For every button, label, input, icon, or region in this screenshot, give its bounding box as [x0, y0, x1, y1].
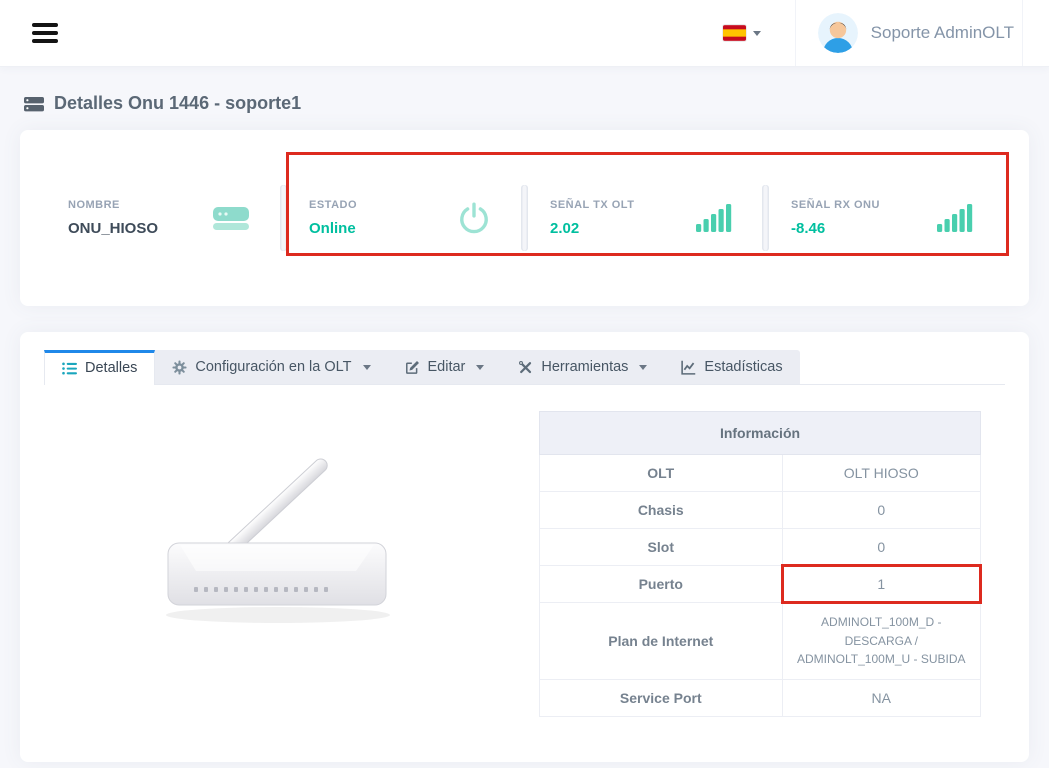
language-selector[interactable]: [723, 25, 761, 41]
row-value: NA: [782, 679, 980, 716]
chevron-down-icon: [753, 31, 761, 36]
puerto-value-cell: 1: [782, 566, 980, 603]
row-value: 0: [782, 492, 980, 529]
stat-value: -8.46: [791, 220, 880, 237]
tab-editar[interactable]: Editar: [388, 350, 502, 384]
page-content: Detalles Onu 1446 - soporte1 NOMBRE ONU_…: [0, 93, 1049, 762]
chart-icon: [681, 360, 696, 375]
tab-panel-detalles: Información OLT OLT HIOSO Chasis 0: [44, 385, 1005, 717]
table-row-puerto: Puerto 1: [540, 566, 981, 603]
row-label: Chasis: [540, 492, 783, 529]
table-row-olt: OLT OLT HIOSO: [540, 455, 981, 492]
table-row-chasis: Chasis 0: [540, 492, 981, 529]
stat-label: NOMBRE: [68, 199, 158, 211]
chevron-down-icon: [639, 365, 647, 370]
tab-group: Configuración en la OLT Editar: [155, 350, 799, 384]
table-row-plan: Plan de Internet ADMINOLT_100M_D - DESCA…: [540, 603, 981, 680]
row-value: 0: [782, 529, 980, 566]
edit-icon: [405, 360, 420, 375]
row-value: ADMINOLT_100M_D - DESCARGA / ADMINOLT_10…: [782, 603, 980, 680]
device-icon: [24, 95, 44, 113]
table-title: Información: [540, 412, 981, 455]
stat-label: SEÑAL TX OLT: [550, 199, 634, 211]
onu-product-image: [46, 411, 513, 717]
tab-label: Herramientas: [541, 359, 628, 375]
tab-detalles[interactable]: Detalles: [44, 350, 155, 385]
gear-icon: [172, 360, 187, 375]
tab-label: Estadísticas: [704, 359, 782, 375]
spain-flag-icon: [723, 25, 746, 41]
row-value: 1: [877, 576, 885, 592]
row-label: Service Port: [540, 679, 783, 716]
stats-card: NOMBRE ONU_HIOSO ESTADO Online: [20, 130, 1029, 306]
tab-bar: Detalles Configuración en la: [44, 350, 1005, 385]
row-value: OLT HIOSO: [782, 455, 980, 492]
table-row-slot: Slot 0: [540, 529, 981, 566]
power-icon: [457, 201, 491, 235]
user-name: Soporte AdminOLT: [871, 23, 1014, 43]
menu-button[interactable]: [32, 21, 62, 45]
router-device-icon: [212, 204, 250, 232]
info-table: Información OLT OLT HIOSO Chasis 0: [539, 411, 981, 717]
tab-configuracion-olt[interactable]: Configuración en la OLT: [155, 350, 387, 384]
details-card: Detalles Configuración en la: [20, 332, 1029, 762]
tab-label: Detalles: [85, 360, 137, 376]
user-menu[interactable]: Soporte AdminOLT: [795, 0, 1023, 66]
table-header-row: Información: [540, 412, 981, 455]
list-icon: [62, 361, 77, 376]
stat-senal-rx-onu: SEÑAL RX ONU -8.46: [769, 199, 1003, 237]
divider: [762, 185, 769, 251]
stat-value: ONU_HIOSO: [68, 220, 158, 237]
divider: [521, 185, 528, 251]
signal-bars-icon: [696, 204, 732, 232]
topbar: Soporte AdminOLT: [0, 0, 1049, 67]
tab-herramientas[interactable]: Herramientas: [501, 350, 664, 384]
stat-value: 2.02: [550, 220, 634, 237]
page-title: Detalles Onu 1446 - soporte1: [54, 93, 301, 114]
stat-value: Online: [309, 220, 357, 237]
tools-icon: [518, 360, 533, 375]
stat-label: ESTADO: [309, 199, 357, 211]
stat-nombre: NOMBRE ONU_HIOSO: [46, 199, 280, 237]
info-table-container: Información OLT OLT HIOSO Chasis 0: [539, 411, 981, 717]
tab-label: Editar: [428, 359, 466, 375]
chevron-down-icon: [363, 365, 371, 370]
stat-label: SEÑAL RX ONU: [791, 199, 880, 211]
chevron-down-icon: [476, 365, 484, 370]
breadcrumb: Detalles Onu 1446 - soporte1: [24, 93, 1025, 114]
tab-estadisticas[interactable]: Estadísticas: [664, 350, 799, 384]
table-row-service-port: Service Port NA: [540, 679, 981, 716]
row-label: Slot: [540, 529, 783, 566]
stat-estado: ESTADO Online: [287, 199, 521, 237]
row-label: Plan de Internet: [540, 603, 783, 680]
signal-bars-icon: [937, 204, 973, 232]
tab-label: Configuración en la OLT: [195, 359, 351, 375]
row-label: Puerto: [540, 566, 783, 603]
stat-senal-tx-olt: SEÑAL TX OLT 2.02: [528, 199, 762, 237]
divider: [280, 185, 287, 251]
row-label: OLT: [540, 455, 783, 492]
avatar: [818, 13, 858, 53]
